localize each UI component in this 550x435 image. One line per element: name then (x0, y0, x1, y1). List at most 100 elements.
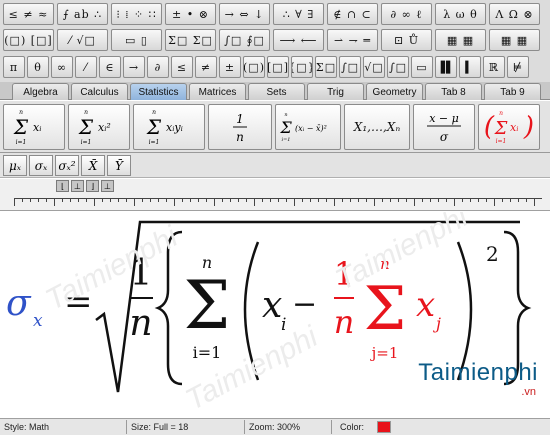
paren-button[interactable]: (□) (243, 56, 265, 78)
palette-integrals-button[interactable]: ∫□ ∮□ (219, 29, 270, 51)
tab-statistics[interactable]: Statistics (130, 83, 187, 100)
palette-operators-button[interactable]: ± • ⊗ (165, 3, 216, 25)
variance-x-button[interactable]: σₓ² (55, 155, 79, 176)
ruler-tick (510, 198, 511, 202)
palette-matrices-2-button[interactable]: ▦ ▦ (489, 29, 540, 51)
ruler-tick (414, 198, 415, 206)
right-tab-stop-icon[interactable]: ⌋ (86, 180, 99, 192)
small-templates-row: μₓ σₓ σₓ² X̄ Ȳ (0, 153, 550, 178)
sum-button[interactable]: Σ□ (315, 56, 337, 78)
sum-squared-deviation-template[interactable]: n Σ i=1 (xᵢ − x̄)² (275, 104, 341, 150)
one-over-n-template[interactable]: 1 n (208, 104, 272, 150)
ruler-tick (270, 198, 271, 202)
ruler-tick (222, 198, 223, 202)
palette-arrows-button[interactable]: → ⇔ ↓ (219, 3, 270, 25)
sigma-x-button[interactable]: σₓ (29, 155, 53, 176)
formula-sum-sigma: Σ (184, 267, 231, 344)
status-style[interactable]: Style: Math (4, 422, 49, 432)
sum-in-parens-template[interactable]: ( n Σ i=1 xᵢ ) (478, 104, 540, 150)
palette-labeled-arrows-button[interactable]: ⇀ ⇁ ═ (327, 29, 378, 51)
bracket-button[interactable]: [□] (267, 56, 289, 78)
status-color-swatch[interactable] (377, 421, 391, 433)
palette-row-2: (□) [□] ⁄ √□ ▭ ▯ Σ□ Σ□ ∫□ ∮□ ⟶ ⟵ ⇀ ⇁ ═ ⊡… (3, 29, 540, 51)
tab-sets[interactable]: Sets (248, 83, 305, 100)
center-tab-stop-icon[interactable]: ⊥ (71, 180, 84, 192)
formula-sum-lower: i=1 (193, 343, 222, 362)
sum-x-squared-template[interactable]: n Σ i=1 xᵢ² (68, 104, 130, 150)
palette-fences-button[interactable]: (□) [□] (3, 29, 54, 51)
template-tabs: Algebra Calculus Statistics Matrices Set… (0, 82, 550, 100)
box-button[interactable]: ▭ (411, 56, 433, 78)
plus-minus-button[interactable]: ± (219, 56, 241, 78)
status-size[interactable]: Size: Full = 18 (131, 422, 188, 432)
decimal-tab-stop-icon[interactable]: ⊥ (101, 180, 114, 192)
ruler-tick (110, 198, 111, 202)
z-score-template[interactable]: x − μ σ (413, 104, 475, 150)
palette-matrices-button[interactable]: ▦ ▦ (435, 29, 486, 51)
y-bar-button[interactable]: Ȳ (107, 155, 131, 176)
reals-button[interactable]: ℝ (483, 56, 505, 78)
x-bar-button[interactable]: X̄ (81, 155, 105, 176)
sequence-template[interactable]: X₁,…,Xₙ (344, 104, 410, 150)
mean-x-button[interactable]: μₓ (3, 155, 27, 176)
fraction-button[interactable]: ⁄ (75, 56, 97, 78)
sqrt-button[interactable]: √□ (363, 56, 385, 78)
tab-tab-9[interactable]: Tab 9 (484, 83, 541, 100)
ruler-tick (142, 198, 143, 202)
ruler-tick (238, 198, 239, 202)
tab-matrices[interactable]: Matrices (189, 83, 246, 100)
sum-xy-template[interactable]: n Σ i=1 xᵢyᵢ (133, 104, 205, 150)
integral-limits-button[interactable]: ∫□ (387, 56, 409, 78)
ruler-tick (462, 198, 463, 202)
tab-calculus[interactable]: Calculus (71, 83, 128, 100)
tab-geometry[interactable]: Geometry (366, 83, 423, 100)
palette-bars-button[interactable]: ⟶ ⟵ (273, 29, 324, 51)
right-arrow-button[interactable]: → (123, 56, 145, 78)
ruler-tick (438, 198, 439, 202)
element-of-button[interactable]: ∈ (99, 56, 121, 78)
z-score-denominator: σ (440, 130, 449, 144)
theta-button[interactable]: θ (27, 56, 49, 78)
status-zoom[interactable]: Zoom: 300% (249, 422, 300, 432)
tab-trig[interactable]: Trig (307, 83, 364, 100)
tab-algebra[interactable]: Algebra (12, 83, 69, 100)
palette-products-button[interactable]: ⊡ Ů (381, 29, 432, 51)
sum-sq-body: (xᵢ − x̄)² (295, 124, 327, 133)
palette-scripts-button[interactable]: ▭ ▯ (111, 29, 162, 51)
ruler-tick (334, 198, 335, 206)
partial-button[interactable]: ∂ (147, 56, 169, 78)
ruler-tick (310, 198, 311, 202)
palette-spaces-button[interactable]: ⨍ ab ∴ (57, 3, 108, 25)
left-tab-stop-icon[interactable]: ⌊ (56, 180, 69, 192)
brace-button[interactable]: {□} (291, 56, 313, 78)
equation-canvas[interactable]: Taimienphi Taimienphi Taimienphi σ x = 1… (0, 212, 550, 418)
palette-relations-button[interactable]: ≤ ≠ ≈ (3, 3, 54, 25)
less-equal-button[interactable]: ≤ (171, 56, 193, 78)
ruler-tick (302, 198, 303, 202)
palette-sets-button[interactable]: ∉ ∩ ⊂ (327, 3, 378, 25)
not-equal-button[interactable]: ≠ (195, 56, 217, 78)
ruler-tick (182, 198, 183, 202)
not-models-button[interactable]: ⊭ (507, 56, 529, 78)
column-button[interactable]: ▍ (459, 56, 481, 78)
ruler-tick (94, 198, 95, 206)
palette-logic-button[interactable]: ∴ ∀ ∃ (273, 3, 324, 25)
matrix-button[interactable]: ▐▌ (435, 56, 457, 78)
tab-tab-8[interactable]: Tab 8 (425, 83, 482, 100)
palette-fractions-button[interactable]: ⁄ √□ (57, 29, 108, 51)
palette-misc-button[interactable]: ∂ ∞ ℓ (381, 3, 432, 25)
ruler-tick (198, 198, 199, 202)
pi-button[interactable]: π (3, 56, 25, 78)
infinity-button[interactable]: ∞ (51, 56, 73, 78)
palette-embellishments-button[interactable]: ⁝ ⁞ ⁘ ∷ (111, 3, 162, 25)
sum-paren-left: ( (484, 112, 495, 142)
sum-paren-right: ) (523, 112, 534, 142)
palette-greek-upper-button[interactable]: Λ Ω ⊗ (489, 3, 540, 25)
palette-sums-button[interactable]: Σ□ Σ□ (165, 29, 216, 51)
ruler-tick (118, 198, 119, 202)
palette-greek-lower-button[interactable]: λ ω θ (435, 3, 486, 25)
sum-paren-lower: i=1 (496, 138, 507, 145)
ruler-tick (502, 198, 503, 202)
sum-x-template[interactable]: n Σ i=1 xᵢ (3, 104, 65, 150)
integral-button[interactable]: ∫□ (339, 56, 361, 78)
